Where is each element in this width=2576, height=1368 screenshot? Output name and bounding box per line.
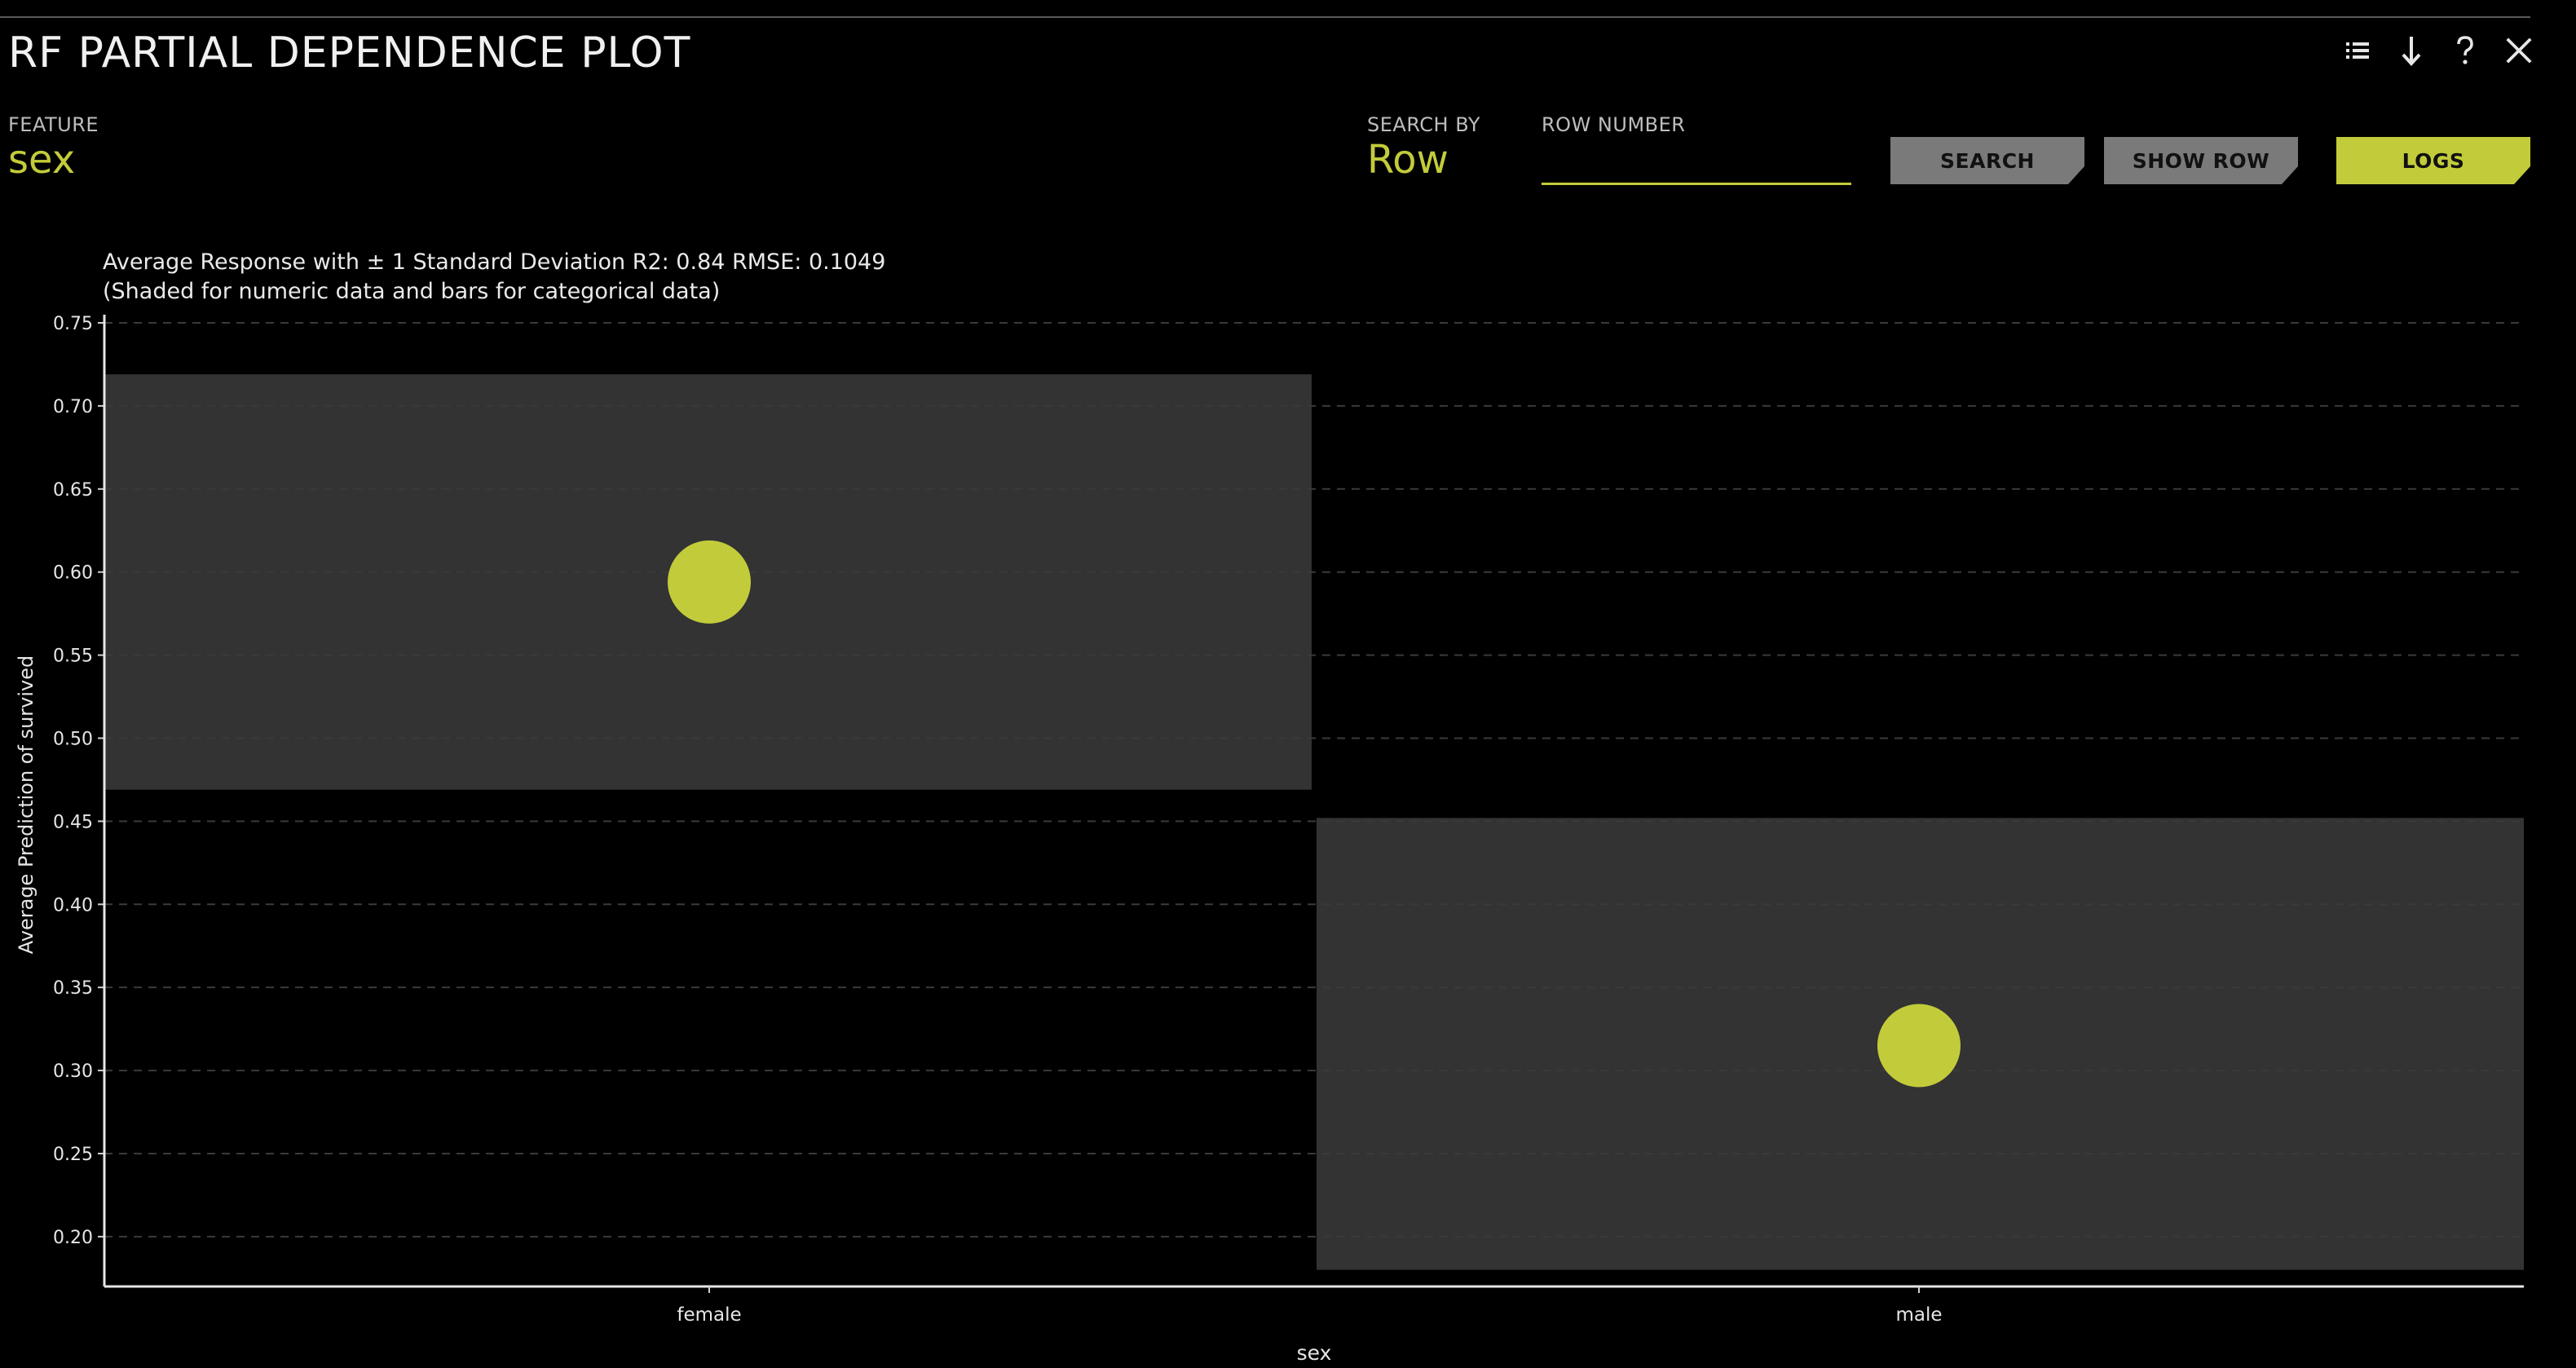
show-row-button[interactable]: SHOW ROW — [2104, 137, 2298, 184]
y-tick-label: 0.40 — [53, 895, 93, 916]
chart-plot: 0.20 0.25 0.30 0.35 0.40 0.45 0.50 0.55 0.60 0.65… — [15, 314, 2524, 1365]
y-tick-label: 0.55 — [53, 646, 93, 667]
pdp-window: RF PARTIAL DEPENDENCE PLOT FEATURE sex S… — [0, 0, 2576, 1368]
window-title: RF PARTIAL DEPENDENCE PLOT — [8, 29, 691, 77]
row-number-label: ROW NUMBER — [1542, 113, 1686, 136]
help-icon[interactable] — [2450, 31, 2480, 70]
row-number-input[interactable] — [1542, 145, 1851, 185]
x-tick-label: male — [1895, 1304, 1942, 1326]
feature-label: FEATURE — [8, 113, 99, 136]
y-tick-label: 0.60 — [53, 563, 93, 584]
window-actions — [2343, 31, 2534, 70]
y-tick-label: 0.25 — [53, 1145, 93, 1165]
logs-button[interactable]: LOGS — [2336, 137, 2530, 184]
data-point — [668, 540, 751, 624]
x-tick-label: female — [677, 1304, 741, 1326]
download-icon[interactable] — [2397, 31, 2426, 70]
list-icon[interactable] — [2343, 31, 2372, 70]
y-tick-label: 0.20 — [53, 1228, 93, 1248]
data-point — [1877, 1004, 1961, 1088]
y-tick-label: 0.30 — [53, 1061, 93, 1082]
search-by-value[interactable]: Row — [1367, 137, 1449, 183]
y-tick-label: 0.45 — [53, 812, 93, 832]
y-tick-label: 0.65 — [53, 480, 93, 501]
search-by-label: SEARCH BY — [1367, 113, 1481, 136]
y-axis-title: Average Prediction of survived — [15, 655, 37, 954]
close-icon[interactable] — [2504, 31, 2534, 70]
x-axis-title: sex — [1297, 1341, 1332, 1365]
y-tick-label: 0.50 — [53, 729, 93, 749]
search-button[interactable]: SEARCH — [1890, 137, 2084, 184]
pdp-chart: Average Response with ± 1 Standard Devia… — [0, 236, 2576, 1368]
y-tick-label: 0.75 — [53, 314, 93, 334]
top-divider — [0, 16, 2530, 18]
y-tick-label: 0.70 — [53, 397, 93, 417]
y-tick-label: 0.35 — [53, 978, 93, 999]
feature-value: sex — [8, 137, 76, 183]
